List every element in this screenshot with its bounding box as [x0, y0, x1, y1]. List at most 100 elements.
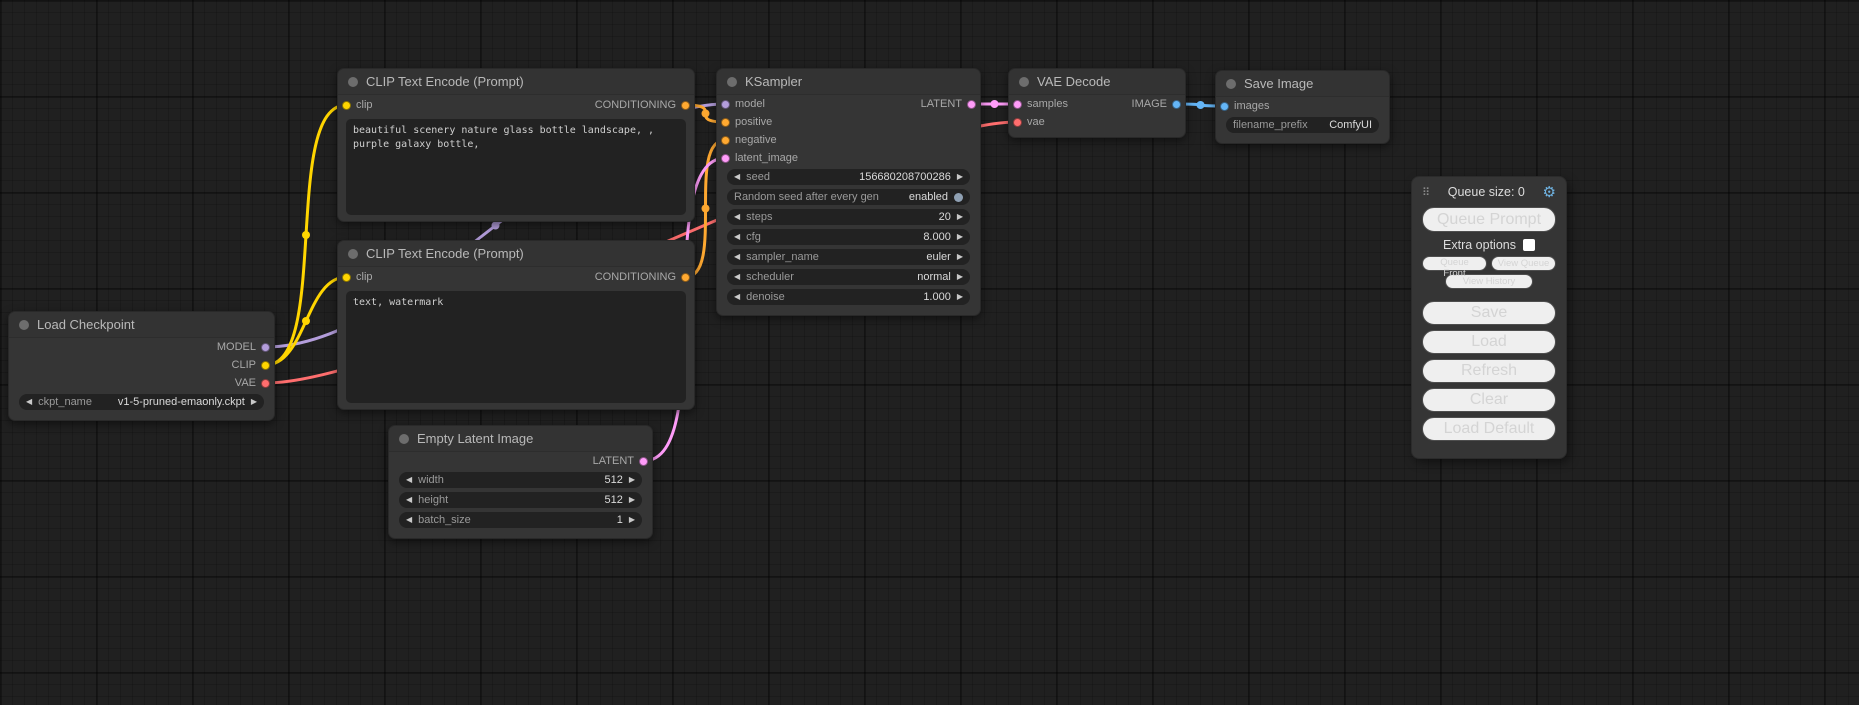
widget-value: 156680208700286: [859, 171, 951, 183]
widget-scheduler[interactable]: ◀ scheduler normal ▶: [727, 269, 970, 285]
prompt-textarea[interactable]: text, watermark: [346, 291, 686, 403]
extra-options-label: Extra options: [1443, 238, 1516, 252]
node-title-bar[interactable]: CLIP Text Encode (Prompt): [338, 241, 694, 267]
vd-in-samples[interactable]: [1013, 100, 1022, 109]
link-midpoint-dot[interactable]: [991, 100, 999, 108]
prompt-textarea[interactable]: beautiful scenery nature glass bottle la…: [346, 119, 686, 215]
decrement-arrow-icon[interactable]: ◀: [406, 476, 412, 484]
toggle-knob-icon[interactable]: [954, 193, 963, 202]
vd-out-image[interactable]: [1172, 100, 1181, 109]
increment-arrow-icon[interactable]: ▶: [957, 253, 963, 261]
decrement-arrow-icon[interactable]: ◀: [734, 253, 740, 261]
ce1-out-conditioning[interactable]: [681, 101, 690, 110]
decrement-arrow-icon[interactable]: ◀: [734, 293, 740, 301]
node-ksampler[interactable]: KSampler model LATENT positive negative: [716, 68, 981, 316]
decrement-arrow-icon[interactable]: ◀: [734, 173, 740, 181]
link-midpoint-dot[interactable]: [302, 231, 310, 239]
widget-denoise[interactable]: ◀ denoise 1.000 ▶: [727, 289, 970, 305]
extra-options-checkbox[interactable]: [1523, 239, 1535, 251]
lc-out-model[interactable]: [261, 343, 270, 352]
input-row: vae: [1009, 113, 1185, 131]
node-title: CLIP Text Encode (Prompt): [366, 246, 524, 261]
queue-front-button[interactable]: Queue Front: [1422, 256, 1487, 271]
widget-width[interactable]: ◀ width 512 ▶: [399, 472, 642, 488]
widget-random-seed-toggle[interactable]: Random seed after every gen enabled: [727, 189, 970, 205]
widget-cfg[interactable]: ◀ cfg 8.000 ▶: [727, 229, 970, 245]
lc-out-clip[interactable]: [261, 361, 270, 370]
collapse-icon[interactable]: [19, 320, 29, 330]
increment-arrow-icon[interactable]: ▶: [957, 273, 963, 281]
node-empty-latent-image[interactable]: Empty Latent Image LATENT ◀ width 512 ▶ …: [388, 425, 653, 539]
lc-out-vae[interactable]: [261, 379, 270, 388]
node-title-bar[interactable]: VAE Decode: [1009, 69, 1185, 95]
increment-arrow-icon[interactable]: ▶: [629, 516, 635, 524]
widget-batch-size[interactable]: ◀ batch_size 1 ▶: [399, 512, 642, 528]
refresh-button[interactable]: Refresh: [1422, 359, 1556, 383]
node-clip-text-encode-positive[interactable]: CLIP Text Encode (Prompt) clip CONDITION…: [337, 68, 695, 222]
ks-in-model[interactable]: [721, 100, 730, 109]
node-title-bar[interactable]: Empty Latent Image: [389, 426, 652, 452]
ks-in-positive[interactable]: [721, 118, 730, 127]
increment-arrow-icon[interactable]: ▶: [629, 496, 635, 504]
collapse-icon[interactable]: [1019, 77, 1029, 87]
widget-filename-prefix[interactable]: filename_prefix ComfyUI: [1226, 117, 1379, 133]
decrement-arrow-icon[interactable]: ◀: [26, 398, 32, 406]
decrement-arrow-icon[interactable]: ◀: [734, 213, 740, 221]
increment-arrow-icon[interactable]: ▶: [251, 398, 257, 406]
ce1-in-clip[interactable]: [342, 101, 351, 110]
link-midpoint-dot[interactable]: [702, 110, 710, 118]
widget-height[interactable]: ◀ height 512 ▶: [399, 492, 642, 508]
ks-out-latent[interactable]: [967, 100, 976, 109]
drag-handle-icon[interactable]: ⠿: [1422, 186, 1430, 199]
node-title-bar[interactable]: Load Checkpoint: [9, 312, 274, 338]
increment-arrow-icon[interactable]: ▶: [957, 173, 963, 181]
node-vae-decode[interactable]: VAE Decode samples IMAGE vae: [1008, 68, 1186, 138]
view-queue-button[interactable]: View Queue: [1491, 256, 1556, 271]
link-midpoint-dot[interactable]: [702, 205, 710, 213]
collapse-icon[interactable]: [399, 434, 409, 444]
widget-seed[interactable]: ◀ seed 156680208700286 ▶: [727, 169, 970, 185]
decrement-arrow-icon[interactable]: ◀: [734, 273, 740, 281]
el-out-latent[interactable]: [639, 457, 648, 466]
comfy-menu-panel[interactable]: ⠿ Queue size: 0 ⚙ Queue Prompt Extra opt…: [1411, 176, 1567, 459]
graph-canvas[interactable]: Load Checkpoint MODEL CLIP VAE: [0, 0, 1859, 705]
node-load-checkpoint[interactable]: Load Checkpoint MODEL CLIP VAE: [8, 311, 275, 421]
increment-arrow-icon[interactable]: ▶: [957, 293, 963, 301]
decrement-arrow-icon[interactable]: ◀: [406, 496, 412, 504]
increment-arrow-icon[interactable]: ▶: [957, 233, 963, 241]
ks-in-latent[interactable]: [721, 154, 730, 163]
save-button[interactable]: Save: [1422, 301, 1556, 325]
decrement-arrow-icon[interactable]: ◀: [406, 516, 412, 524]
collapse-icon[interactable]: [348, 249, 358, 259]
widget-steps[interactable]: ◀ steps 20 ▶: [727, 209, 970, 225]
load-button[interactable]: Load: [1422, 330, 1556, 354]
decrement-arrow-icon[interactable]: ◀: [734, 233, 740, 241]
link-midpoint-dot[interactable]: [302, 317, 310, 325]
si-in-images[interactable]: [1220, 102, 1229, 111]
collapse-icon[interactable]: [727, 77, 737, 87]
load-default-button[interactable]: Load Default: [1422, 417, 1556, 441]
queue-size-label: Queue size: 0: [1434, 185, 1538, 199]
link-midpoint-dot[interactable]: [1197, 101, 1205, 109]
widget-sampler-name[interactable]: ◀ sampler_name euler ▶: [727, 249, 970, 265]
ce2-out-conditioning[interactable]: [681, 273, 690, 282]
increment-arrow-icon[interactable]: ▶: [629, 476, 635, 484]
collapse-icon[interactable]: [1226, 79, 1236, 89]
node-save-image[interactable]: Save Image images filename_prefix ComfyU…: [1215, 70, 1390, 144]
node-clip-text-encode-negative[interactable]: CLIP Text Encode (Prompt) clip CONDITION…: [337, 240, 695, 410]
io-row: model LATENT: [717, 95, 980, 113]
vd-in-vae[interactable]: [1013, 118, 1022, 127]
ce2-in-clip[interactable]: [342, 273, 351, 282]
node-title-bar[interactable]: CLIP Text Encode (Prompt): [338, 69, 694, 95]
link-midpoint-dot[interactable]: [492, 222, 500, 230]
settings-gear-icon[interactable]: ⚙: [1543, 185, 1556, 200]
node-title-bar[interactable]: KSampler: [717, 69, 980, 95]
node-title-bar[interactable]: Save Image: [1216, 71, 1389, 97]
clear-button[interactable]: Clear: [1422, 388, 1556, 412]
widget-ckpt-name[interactable]: ◀ ckpt_name v1-5-pruned-emaonly.ckpt ▶: [19, 394, 264, 410]
queue-prompt-button[interactable]: Queue Prompt: [1422, 207, 1556, 232]
increment-arrow-icon[interactable]: ▶: [957, 213, 963, 221]
node-title: VAE Decode: [1037, 74, 1110, 89]
ks-in-negative[interactable]: [721, 136, 730, 145]
collapse-icon[interactable]: [348, 77, 358, 87]
